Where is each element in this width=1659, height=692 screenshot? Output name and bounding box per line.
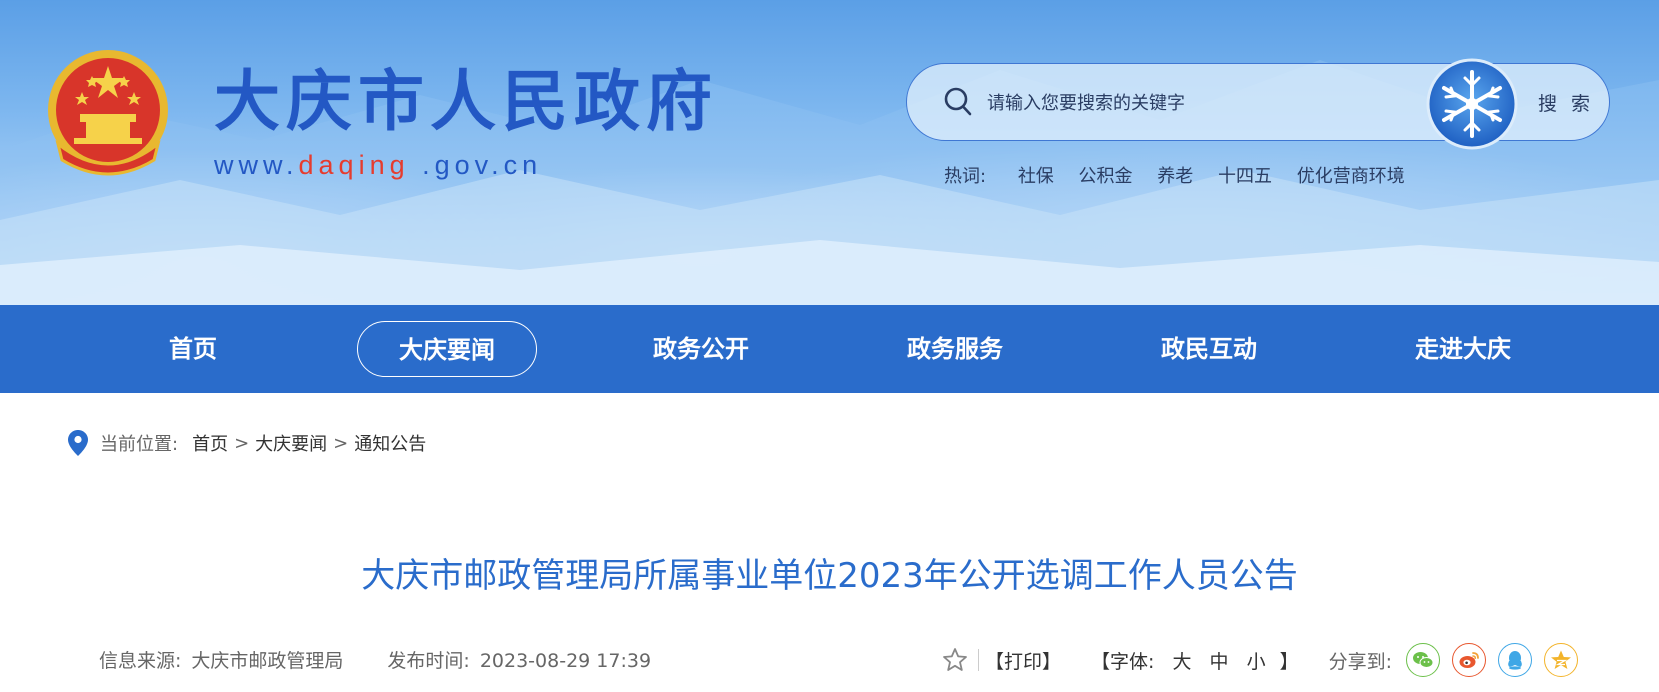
nav-item-about-daqing[interactable]: 走进大庆: [1393, 321, 1533, 377]
article-meta: 信息来源: 大庆市邮政管理局 发布时间: 2023-08-29 17:39: [99, 646, 651, 673]
source-label: 信息来源:: [99, 650, 182, 672]
hot-words: 热词: 社保 公积金 养老 十四五 优化营商环境: [944, 162, 1424, 188]
url-prefix: www.: [214, 150, 299, 180]
hot-word-link[interactable]: 优化营商环境: [1297, 166, 1405, 187]
font-size-label: 【字体:: [1091, 650, 1155, 673]
breadcrumb-separator: >: [333, 432, 349, 454]
publish-time-value: 2023-08-29 17:39: [479, 650, 652, 672]
weibo-icon[interactable]: [1452, 643, 1487, 677]
site-url: www.daqing .gov.cn: [214, 150, 542, 181]
site-header: 大庆市人民政府 www.daqing .gov.cn 请输入您要搜索的关键字 搜…: [0, 0, 1659, 305]
qzone-icon[interactable]: [1544, 643, 1579, 677]
site-title: 大庆市人民政府: [214, 63, 718, 140]
publish-time-label: 发布时间:: [387, 650, 470, 672]
article-tools: 【打印】 【字体: 大 中 小 】 分享到:: [942, 643, 1590, 677]
hot-word-link[interactable]: 公积金: [1079, 166, 1133, 187]
divider: [978, 649, 979, 671]
font-size-small[interactable]: 小: [1247, 651, 1266, 673]
national-emblem-logo: [48, 50, 168, 176]
search-icon[interactable]: [943, 86, 973, 118]
nav-item-government-affairs[interactable]: 政务公开: [631, 321, 771, 377]
qq-icon[interactable]: [1498, 643, 1533, 677]
nav-item-interaction[interactable]: 政民互动: [1139, 321, 1279, 377]
breadcrumb-home[interactable]: 首页: [192, 430, 228, 456]
snowflake-icon: [1426, 58, 1518, 150]
breadcrumb: 当前位置: 首页 > 大庆要闻 > 通知公告: [68, 428, 426, 458]
hot-words-label: 热词:: [944, 166, 987, 187]
font-size-controls: 【字体: 大 中 小 】: [1091, 647, 1299, 674]
search-input[interactable]: [985, 82, 1469, 124]
search-button[interactable]: 搜 索: [1538, 89, 1594, 116]
breadcrumb-separator: >: [234, 432, 250, 454]
nav-item-government-services[interactable]: 政务服务: [885, 321, 1025, 377]
wechat-icon[interactable]: [1406, 643, 1441, 677]
article-title: 大庆市邮政管理局所属事业单位2023年公开选调工作人员公告: [361, 556, 1298, 596]
print-button[interactable]: 【打印】: [985, 647, 1061, 674]
font-size-close: 】: [1279, 650, 1299, 673]
nav-item-home[interactable]: 首页: [143, 321, 243, 377]
hot-word-link[interactable]: 社保: [1018, 166, 1054, 187]
font-size-medium[interactable]: 中: [1210, 651, 1229, 673]
nav-item-daqing-news[interactable]: 大庆要闻: [357, 321, 537, 377]
main-nav: 首页 大庆要闻 政务公开 政务服务 政民互动 走进大庆: [0, 305, 1659, 393]
hot-word-link[interactable]: 养老: [1157, 166, 1193, 187]
breadcrumb-notices[interactable]: 通知公告: [354, 430, 426, 456]
favorite-star-icon[interactable]: [942, 647, 968, 673]
source-value: 大庆市邮政管理局: [191, 650, 344, 672]
hot-word-link[interactable]: 十四五: [1218, 166, 1272, 187]
share-label: 分享到:: [1328, 650, 1393, 673]
url-suffix: .gov.cn: [409, 150, 543, 180]
location-pin-icon: [68, 430, 88, 456]
breadcrumb-label: 当前位置:: [100, 434, 179, 455]
url-highlight: daqing: [298, 150, 410, 180]
breadcrumb-daqing-news[interactable]: 大庆要闻: [255, 430, 327, 456]
font-size-large[interactable]: 大: [1172, 651, 1191, 673]
